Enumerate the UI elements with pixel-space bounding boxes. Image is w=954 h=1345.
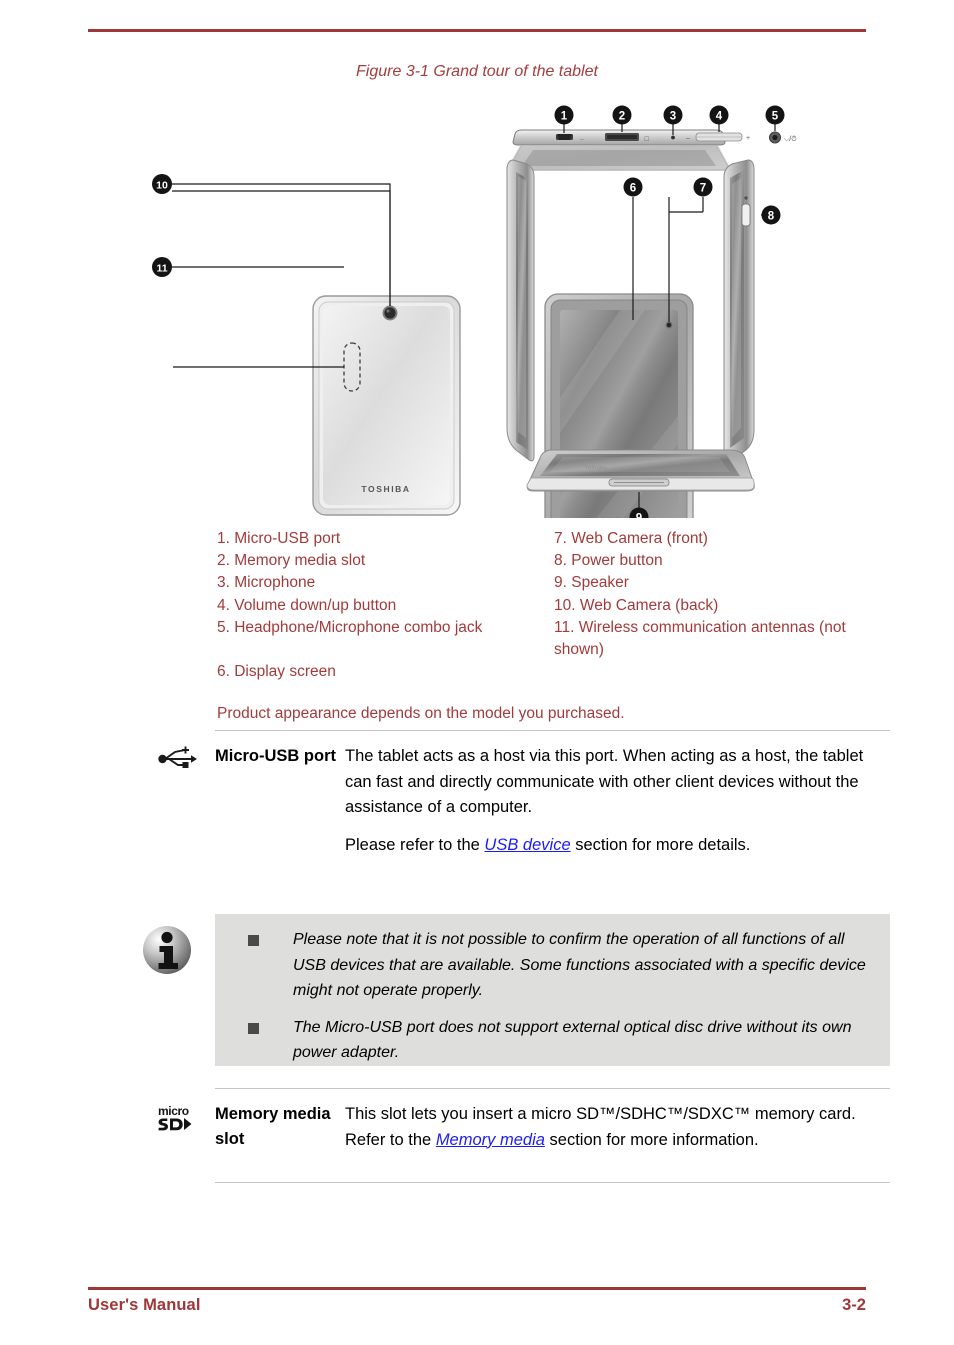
tablet-right-side-view xyxy=(723,159,755,463)
row-separator xyxy=(215,1182,890,1183)
legend-column-left: 1. Micro-USB port 2. Memory media slot 3… xyxy=(217,528,547,683)
callout-4: 4 xyxy=(709,105,729,125)
legend-item: 7. Web Camera (front) xyxy=(554,530,708,547)
info-note-box: Please note that it is not possible to c… xyxy=(140,914,890,1066)
spec-paragraph: The tablet acts as a host via this port.… xyxy=(345,747,864,816)
callout-6: 6 xyxy=(623,177,643,197)
svg-text:5: 5 xyxy=(772,110,779,122)
callout-1: 1 xyxy=(554,105,574,125)
callout-2: 2 xyxy=(612,105,632,125)
spec-paragraph: Please refer to the USB device section f… xyxy=(345,835,751,854)
row-separator xyxy=(215,1088,890,1089)
info-icon xyxy=(141,924,193,976)
svg-text:+: + xyxy=(746,135,750,142)
spec-term: Micro-USB port xyxy=(215,747,336,765)
toshiba-logo-front: TOSHIBA xyxy=(590,517,628,518)
svg-text:8: 8 xyxy=(768,210,775,222)
memory-media-link[interactable]: Memory media xyxy=(436,1131,545,1149)
callout-5: 5 xyxy=(765,105,785,125)
callout-10: 10 xyxy=(152,174,172,194)
svg-text:micro: micro xyxy=(158,1104,189,1118)
legend-item: 5. Headphone/Microphone combo jack xyxy=(217,618,483,636)
figure-caption: Figure 3-1 Grand tour of the tablet xyxy=(356,63,598,80)
callout-3: 3 xyxy=(663,105,683,125)
manual-page: Figure 3-1 Grand tour of the tablet ⇔ ☐ … xyxy=(0,0,954,1345)
note-item: Please note that it is not possible to c… xyxy=(248,927,868,1004)
footer-rule xyxy=(88,1287,866,1290)
callout-11: 11 xyxy=(152,257,172,277)
note-item-list: Please note that it is not possible to c… xyxy=(248,927,868,1066)
product-appearance-note: Product appearance depends on the model … xyxy=(217,705,625,722)
svg-text:1: 1 xyxy=(561,110,568,122)
usb-icon xyxy=(140,730,215,772)
specs-table-continued: micro Memory media slot This slot lets y… xyxy=(140,1088,890,1183)
legend-item: 4. Volume down/up button xyxy=(217,596,397,614)
legend-item: 9. Speaker xyxy=(554,574,629,592)
legend-item: 6. Display screen xyxy=(217,663,336,681)
svg-text:6: 6 xyxy=(630,182,636,194)
legend-item: 8. Power button xyxy=(554,552,663,570)
svg-text:2: 2 xyxy=(619,110,625,122)
callout-7: 7 xyxy=(693,177,713,197)
footer-page-number: 3-2 xyxy=(842,1296,866,1314)
spec-paragraph: This slot lets you insert a micro SD™/SD… xyxy=(345,1105,856,1149)
legend-item: 1. Micro-USB port xyxy=(217,530,341,547)
header-rule xyxy=(88,29,866,32)
svg-text:7: 7 xyxy=(700,182,706,194)
svg-text:☐: ☐ xyxy=(644,136,649,143)
bullet-square-icon xyxy=(248,1022,259,1034)
row-separator xyxy=(215,730,890,731)
tablet-grand-tour-figure: ⇔ ☐ – + ⌵/⏱ TOSHIBA TOSHIBA 1 2 3 4 5 6 … xyxy=(120,98,850,518)
callout-8: 8 xyxy=(761,205,781,225)
svg-text:⌵/⏱: ⌵/⏱ xyxy=(784,135,797,143)
spec-term: Memory media slot xyxy=(215,1105,331,1148)
svg-text:4: 4 xyxy=(716,110,723,122)
tablet-bottom-view: TOSHIBA xyxy=(526,449,755,492)
svg-text:3: 3 xyxy=(670,110,676,122)
svg-text:⇔: ⇔ xyxy=(579,137,585,143)
specs-table: Micro-USB port The tablet acts as a host… xyxy=(140,730,890,906)
spec-description: This slot lets you insert a micro SD™/SD… xyxy=(345,1088,890,1153)
toshiba-logo-back: TOSHIBA xyxy=(361,484,410,494)
svg-text:11: 11 xyxy=(156,262,167,274)
svg-text:TOSHIBA: TOSHIBA xyxy=(585,465,607,470)
legend-spacer xyxy=(217,639,547,661)
svg-text:9: 9 xyxy=(636,512,642,518)
microsd-icon: micro xyxy=(140,1088,215,1132)
svg-text:–: – xyxy=(686,135,690,142)
table-row: Micro-USB port The tablet acts as a host… xyxy=(140,730,890,906)
bullet-square-icon xyxy=(248,935,259,946)
usb-device-link[interactable]: USB device xyxy=(484,836,570,854)
legend-column-right: 7. Web Camera (front) 8. Power button 9.… xyxy=(554,528,899,661)
legend-item: 10. Web Camera (back) xyxy=(554,596,719,614)
legend-item: 11. Wireless communication antennas (not… xyxy=(554,618,851,659)
note-item: The Micro-USB port does not support exte… xyxy=(248,1015,868,1066)
table-row: micro Memory media slot This slot lets y… xyxy=(140,1088,890,1183)
legend-item: 2. Memory media slot xyxy=(217,552,366,570)
svg-text:10: 10 xyxy=(156,179,168,191)
tablet-left-side-view xyxy=(506,159,535,462)
legend-item: 3. Microphone xyxy=(217,574,316,592)
tablet-back-view: TOSHIBA xyxy=(312,295,461,516)
spec-description: The tablet acts as a host via this port.… xyxy=(345,730,890,858)
